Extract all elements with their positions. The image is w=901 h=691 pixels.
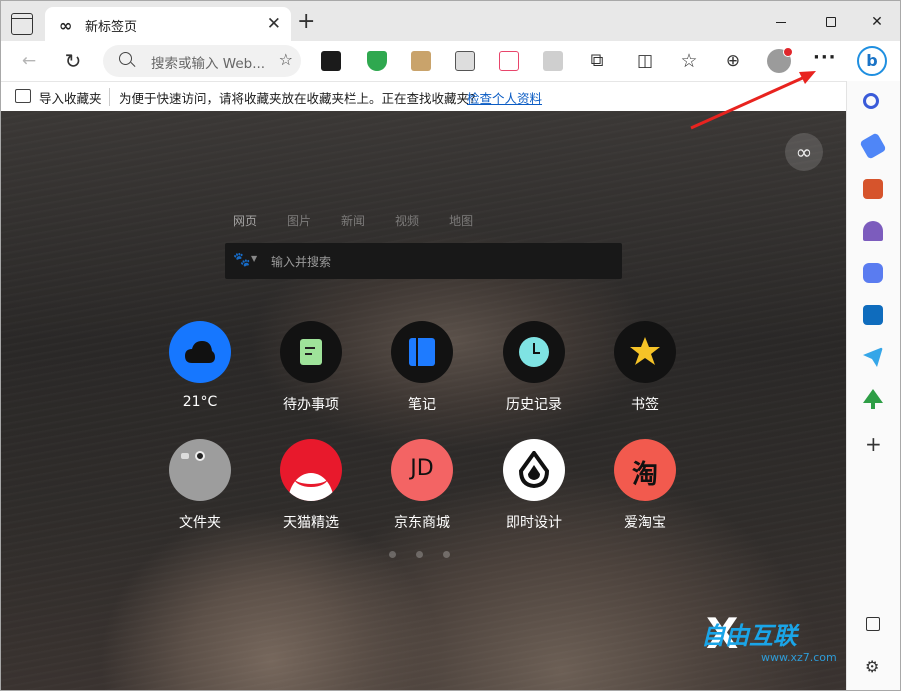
download-extension-icon[interactable] xyxy=(499,51,519,71)
search-input[interactable]: 🐾 ▼ 输入并搜索 xyxy=(225,243,622,279)
shortcut-history[interactable]: 历史记录 xyxy=(484,321,584,414)
shortcut-label: 京东商城 xyxy=(394,515,450,531)
chevron-down-icon[interactable]: ▼ xyxy=(251,254,257,263)
shortcut-jsdesign[interactable]: 即时设计 xyxy=(484,439,584,532)
shortcut-weather[interactable]: 21°C xyxy=(150,321,250,410)
new-tab-page: ∞ 网页 图片 新闻 视频 地图 🐾 ▼ 输入并搜索 21°C 待办事项 笔记 … xyxy=(1,111,846,690)
send-icon[interactable] xyxy=(863,347,883,367)
taobao-glyph: 淘 xyxy=(631,460,658,490)
page-dot[interactable] xyxy=(443,551,450,558)
close-window-button[interactable]: ✕ xyxy=(857,9,897,35)
search-category-tabs: 网页 图片 新闻 视频 地图 xyxy=(233,212,473,229)
shield-extension-icon[interactable] xyxy=(367,51,387,71)
search-icon[interactable] xyxy=(863,93,879,109)
extension-l-icon[interactable] xyxy=(321,51,341,71)
games-icon[interactable] xyxy=(863,221,883,241)
check-profile-link[interactable]: 检查个人资料 xyxy=(467,88,542,107)
jd-glyph: JD xyxy=(410,456,434,481)
tree-icon[interactable] xyxy=(863,389,883,409)
shortcut-folder[interactable]: 文件夹 xyxy=(150,439,250,532)
shortcut-todo[interactable]: 待办事项 xyxy=(261,321,361,414)
outlook-icon[interactable] xyxy=(863,305,883,325)
taobao-icon: 淘 xyxy=(614,439,676,501)
infinity-icon: ∞ xyxy=(59,16,73,35)
refresh-button[interactable]: ↻ xyxy=(61,49,85,73)
browser-window: ∞ 新标签页 ✕ + ✕ ← ↻ 搜索或输入 Web... ☆ ⧉ ◫ ☆ ⊕ … xyxy=(0,0,901,691)
shortcut-jd[interactable]: JD 京东商城 xyxy=(372,439,472,532)
tab-title: 新标签页 xyxy=(85,20,138,35)
page-indicator xyxy=(389,551,450,558)
favorites-bar: 导入收藏夹 为便于快速访问，请将收藏夹放在收藏夹栏上。正在查找收藏夹? 检查个人… xyxy=(1,81,846,111)
folder-icon xyxy=(169,439,231,501)
shortcut-bookmarks[interactable]: 书签 xyxy=(595,321,695,414)
address-bar[interactable]: 搜索或输入 Web... ☆ xyxy=(103,45,301,77)
shortcut-label: 书签 xyxy=(631,397,659,413)
bing-copilot-button[interactable]: b xyxy=(857,46,887,76)
close-tab-button[interactable]: ✕ xyxy=(267,14,281,34)
favorites-bar-info: 为便于快速访问，请将收藏夹放在收藏夹栏上。正在查找收藏夹? xyxy=(119,91,476,106)
new-tab-button[interactable]: + xyxy=(297,11,315,33)
shortcut-aitaobao[interactable]: 淘 爱淘宝 xyxy=(595,439,695,532)
watermark-site: www.xz7.com xyxy=(761,651,837,664)
edge-sidebar: + ⚙ xyxy=(846,81,900,690)
image-extension-icon[interactable] xyxy=(411,51,431,71)
tmall-icon xyxy=(280,439,342,501)
shortcut-tmall[interactable]: 天猫精选 xyxy=(261,439,361,532)
shortcut-label: 21°C xyxy=(182,394,218,410)
watermark-brand: 自由互联 xyxy=(701,622,797,650)
collections-icon[interactable]: ⊕ xyxy=(721,49,745,73)
shortcut-notes[interactable]: 笔记 xyxy=(372,321,472,414)
maximize-button[interactable] xyxy=(811,9,851,35)
shopping-tag-icon[interactable] xyxy=(859,132,887,160)
clock-icon xyxy=(503,321,565,383)
baidu-paw-icon[interactable]: 🐾 xyxy=(233,252,250,268)
note-icon xyxy=(280,321,342,383)
split-screen-icon[interactable]: ◫ xyxy=(633,49,657,73)
search-tab-images[interactable]: 图片 xyxy=(287,212,311,229)
import-favorites-icon[interactable] xyxy=(15,89,31,103)
search-tab-map[interactable]: 地图 xyxy=(449,212,473,229)
toolbar: ← ↻ 搜索或输入 Web... ☆ ⧉ ◫ ☆ ⊕ ··· b xyxy=(1,41,900,81)
jd-icon: JD xyxy=(391,439,453,501)
search-icon xyxy=(119,52,132,65)
shortcut-label: 文件夹 xyxy=(179,515,221,531)
clipboard-extension-icon[interactable] xyxy=(455,51,475,71)
hide-sidebar-icon[interactable] xyxy=(866,617,880,631)
divider xyxy=(109,88,110,106)
picture-extension-icon[interactable] xyxy=(543,51,563,71)
star-icon xyxy=(614,321,676,383)
add-favorite-icon[interactable]: ☆ xyxy=(279,50,293,69)
microsoft-365-icon[interactable] xyxy=(863,263,883,283)
gear-icon[interactable]: ⚙ xyxy=(865,657,879,676)
profile-avatar[interactable] xyxy=(767,47,793,73)
jsdesign-icon xyxy=(503,439,565,501)
notebook-icon xyxy=(391,321,453,383)
add-sidebar-app-button[interactable]: + xyxy=(865,432,882,456)
shortcut-label: 历史记录 xyxy=(506,397,562,413)
search-tab-web[interactable]: 网页 xyxy=(233,212,257,229)
cloud-icon xyxy=(169,321,231,383)
back-button[interactable]: ← xyxy=(17,49,41,73)
shortcut-label: 天猫精选 xyxy=(283,515,339,531)
tab-strip: ∞ 新标签页 ✕ + ✕ xyxy=(1,1,900,41)
more-options-button[interactable]: ··· xyxy=(813,47,837,68)
page-dot[interactable] xyxy=(416,551,423,558)
infinity-icon[interactable]: ∞ xyxy=(785,133,823,171)
shortcut-label: 笔记 xyxy=(408,397,436,413)
address-placeholder: 搜索或输入 Web... xyxy=(151,56,266,72)
tools-icon[interactable] xyxy=(863,179,883,199)
search-tab-news[interactable]: 新闻 xyxy=(341,212,365,229)
favorites-icon[interactable]: ☆ xyxy=(677,49,701,73)
page-dot[interactable] xyxy=(389,551,396,558)
shortcut-label: 爱淘宝 xyxy=(624,515,666,531)
search-tab-video[interactable]: 视频 xyxy=(395,212,419,229)
shortcut-label: 即时设计 xyxy=(506,515,562,531)
extensions-puzzle-icon[interactable]: ⧉ xyxy=(585,49,609,73)
import-favorites-button[interactable]: 导入收藏夹 xyxy=(39,88,102,107)
search-placeholder: 输入并搜索 xyxy=(271,255,332,269)
shortcut-label: 待办事项 xyxy=(283,397,339,413)
tab-actions-icon[interactable] xyxy=(11,13,33,35)
minimize-button[interactable] xyxy=(761,9,801,35)
tab-new-tab[interactable]: ∞ 新标签页 ✕ xyxy=(45,7,291,41)
